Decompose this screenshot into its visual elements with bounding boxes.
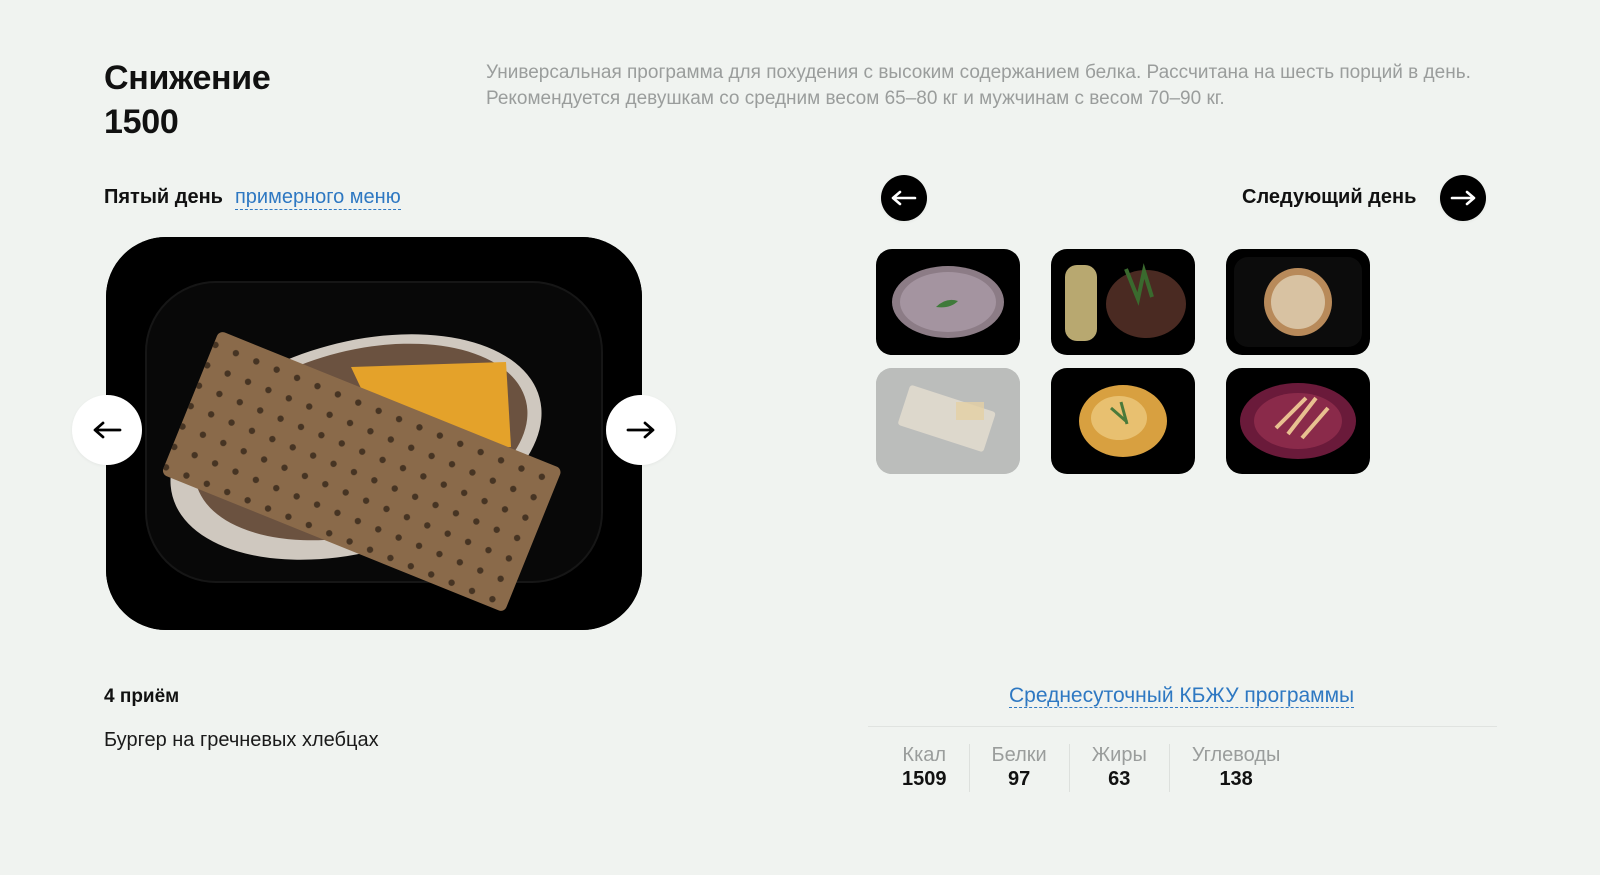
stat-value: 1509 [902,768,947,790]
meal-number: 4 приём [104,686,180,707]
stat-fat: Жиры 63 [1068,744,1169,792]
rice-dish-icon [892,266,1004,338]
kbju-stats: Ккал 1509 Белки 97 Жиры 63 Углеводы 138 [880,744,1302,792]
next-day-label[interactable]: Следующий день [1242,186,1416,209]
omelette-dish-icon [1079,385,1167,457]
stat-label: Ккал [902,744,947,766]
pie-dish-icon [1234,257,1362,347]
burger-photo-illustration [106,237,642,630]
prev-day-button[interactable] [881,175,927,221]
meal-thumbnail-6[interactable] [1226,368,1370,474]
stat-label: Белки [991,744,1047,766]
kbju-divider [868,726,1497,727]
program-description: Универсальная программа для похудения с … [486,62,1471,109]
arrow-right-icon [626,421,655,439]
salad-dish-icon [1240,383,1356,459]
meal-photo [106,237,642,630]
meal-thumbnail-5[interactable] [1051,368,1195,474]
sample-menu-link[interactable]: примерного меню [234,186,401,210]
stat-value: 97 [1007,768,1031,790]
meal-thumbnail-4[interactable] [876,368,1020,474]
kbju-link[interactable]: Среднесуточный КБЖУ программы [1009,684,1355,708]
arrow-left-icon [93,421,122,439]
stat-value: 63 [1108,768,1131,790]
stat-carbs: Углеводы 138 [1168,744,1303,792]
photo-prev-button[interactable] [72,395,142,465]
photo-next-button[interactable] [606,395,676,465]
meal-thumbnail-2[interactable] [1051,249,1195,355]
stat-label: Углеводы [1191,744,1281,766]
next-day-button[interactable] [1440,175,1486,221]
kbju-link-wrapper: Среднесуточный КБЖУ программы [1009,684,1355,708]
program-title-line1: Снижение [104,59,271,97]
meal-thumbnail-1[interactable] [876,249,1020,355]
program-title: Снижение 1500 [104,56,424,144]
burger-dish-icon [876,368,1020,474]
arrow-left-icon [891,190,917,206]
stat-protein: Белки 97 [968,744,1069,792]
meal-name: Бургер на гречневых хлебцах [104,729,379,751]
day-heading: Пятый день примерного меню [104,186,401,210]
day-label: Пятый день [104,186,223,208]
program-title-line2: 1500 [104,103,179,141]
meal-thumbnail-3[interactable] [1226,249,1370,355]
stat-label: Жиры [1091,744,1147,766]
stat-kcal: Ккал 1509 [880,744,969,792]
stat-value: 138 [1219,768,1253,790]
beef-dish-icon [1065,263,1186,341]
arrow-right-icon [1450,190,1476,206]
